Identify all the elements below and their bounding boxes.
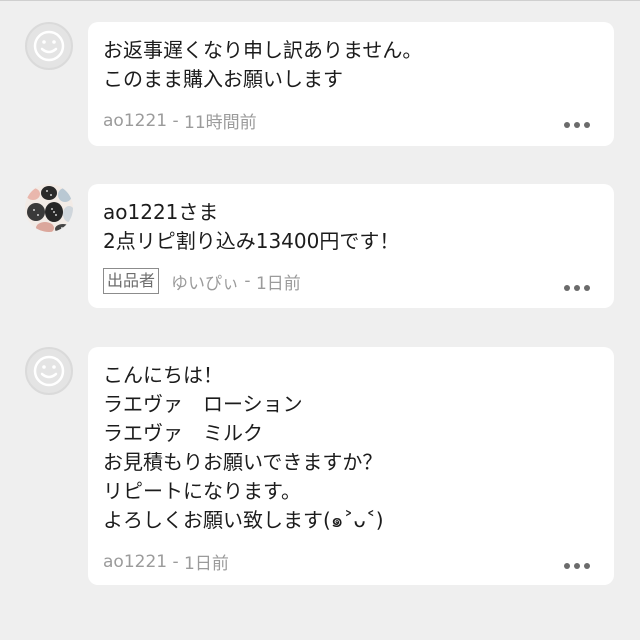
comment-time: 1日前 xyxy=(184,554,229,574)
more-options-icon[interactable] xyxy=(564,122,590,128)
user-avatar[interactable] xyxy=(25,347,73,395)
comment-username[interactable]: ゆいぴぃ xyxy=(171,269,239,294)
comment-meta: ao1221 - 11時間前 xyxy=(103,108,257,134)
comment-bubble: お返事遅くなり申し訳ありません。 このまま購入お願いします ao1221 - 1… xyxy=(88,22,614,146)
meta-separator: - xyxy=(167,110,185,131)
comment-text: ao1221さま 2点リピ割り込み13400円です！ xyxy=(103,200,400,253)
comment-username[interactable]: ao1221 xyxy=(103,111,167,131)
comment-time: 1日前 xyxy=(255,273,301,294)
comment-text: こんにちは！ ラエヴァ ローション ラエヴァ ミルク お見積もりお願いできますか… xyxy=(103,363,384,532)
comment-bubble: ao1221さま 2点リピ割り込み13400円です！ 出品者 ゆいぴぃ - 1日… xyxy=(88,184,614,308)
meta-separator: - xyxy=(239,271,256,291)
more-options-icon[interactable] xyxy=(564,285,590,291)
comment-meta: ao1221 - 1日前 xyxy=(103,549,229,575)
smiley-face-icon xyxy=(33,30,65,62)
pattern-photo-icon xyxy=(25,184,73,232)
top-divider xyxy=(0,0,640,1)
comment-text: お返事遅くなり申し訳ありません。 このまま購入お願いします xyxy=(103,38,423,91)
more-options-icon[interactable] xyxy=(564,563,590,569)
comment-meta: 出品者 ゆいぴぃ - 1日前 xyxy=(103,268,301,294)
seller-avatar[interactable] xyxy=(25,184,73,232)
user-avatar[interactable] xyxy=(25,22,73,70)
comment-bubble: こんにちは！ ラエヴァ ローション ラエヴァ ミルク お見積もりお願いできますか… xyxy=(88,347,614,585)
seller-badge: 出品者 xyxy=(103,268,160,294)
comment-time: 11時間前 xyxy=(184,113,257,133)
meta-separator: - xyxy=(167,551,185,572)
smiley-face-icon xyxy=(33,355,65,387)
comment-username[interactable]: ao1221 xyxy=(103,552,167,572)
